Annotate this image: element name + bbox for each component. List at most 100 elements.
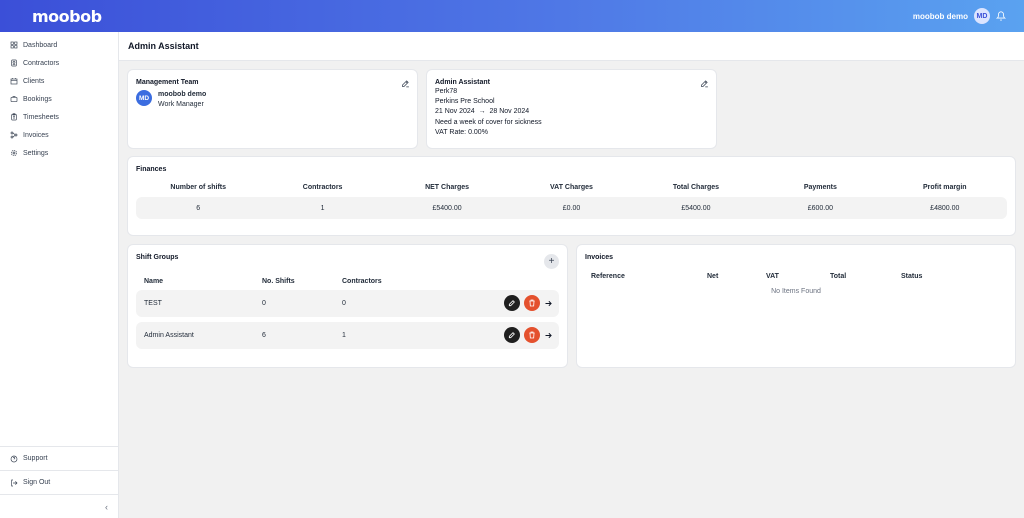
manager-name: moobob demo [158, 91, 207, 98]
assignment-card: Admin Assistant Perk78 Perkins Pre Schoo… [426, 69, 717, 149]
column-header: VAT [766, 273, 779, 280]
sidebar-item-bookings[interactable]: Bookings [0, 90, 118, 108]
user-avatar[interactable]: MD [974, 8, 990, 24]
column-header: Reference [591, 273, 625, 280]
finances-title: Finances [136, 166, 167, 173]
page-header: Admin Assistant [119, 32, 1024, 61]
grid-icon [10, 41, 18, 49]
app-logo[interactable]: moobob [32, 7, 102, 26]
finance-value: £5400.00 [681, 204, 711, 212]
pencil-icon[interactable] [401, 79, 410, 88]
sidebar-item-label: Timesheets [23, 113, 59, 121]
shift-group-contractors: 1 [342, 332, 346, 339]
chevron-left-icon: ‹ [105, 501, 108, 512]
vat-rate: VAT Rate: 0.00% [435, 128, 488, 136]
sidebar-item-contractors[interactable]: Contractors [0, 54, 118, 72]
invoices-title: Invoices [585, 254, 614, 261]
collapse-sidebar-button[interactable]: ‹ [0, 494, 118, 518]
start-date: 21 Nov 2024 [435, 108, 475, 116]
finance-header: Contractors [302, 184, 343, 191]
shift-groups-title: Shift Groups [136, 254, 179, 261]
shift-groups-card: Shift Groups + Name No. Shifts Contracto… [127, 244, 568, 368]
pencil-icon [508, 300, 515, 307]
finance-header: VAT Charges [550, 184, 593, 191]
finance-value: 6 [196, 204, 201, 212]
finance-header: Profit margin [923, 184, 967, 191]
flow-icon [10, 131, 18, 139]
signout-icon [11, 479, 18, 486]
sidebar-item-label: Support [23, 455, 48, 462]
sidebar-item-support[interactable]: Support [0, 446, 118, 470]
finance-value: £5400.00 [432, 204, 462, 212]
sidebar-item-label: Contractors [23, 59, 60, 67]
sidebar-item-sign-out[interactable]: Sign Out [0, 470, 118, 494]
gear-icon [11, 150, 17, 156]
finance-value: £600.00 [807, 204, 833, 212]
sidebar-item-label: Clients [23, 77, 45, 85]
finance-value: £0.00 [562, 204, 581, 212]
trash-icon [529, 299, 535, 307]
trash-icon [529, 331, 535, 339]
sidebar-item-invoices[interactable]: Invoices [0, 126, 118, 144]
sidebar-item-timesheets[interactable]: Timesheets [0, 108, 118, 126]
finance-header: NET Charges [425, 184, 470, 191]
user-name[interactable]: moobob demo [913, 12, 968, 21]
table-row[interactable]: Admin Assistant 6 1 [136, 322, 559, 349]
invoices-card: Invoices Reference Net VAT Total Status … [576, 244, 1016, 368]
sidebar-item-dashboard[interactable]: Dashboard [0, 36, 118, 54]
arrow-right-icon[interactable] [544, 331, 553, 340]
finance-header: Number of shifts [170, 184, 227, 191]
assignment-dates: 21 Nov 2024 → 28 Nov 2024 [435, 107, 708, 117]
assignment-title: Admin Assistant [435, 79, 490, 86]
shift-groups-header-row: Name No. Shifts Contractors [136, 278, 559, 285]
assignment-client: Perkins Pre School [435, 98, 495, 106]
manager-role: Work Manager [158, 101, 204, 108]
sidebar-item-clients[interactable]: Clients [0, 72, 118, 90]
table-row[interactable]: TEST 0 0 [136, 290, 559, 317]
sidebar-item-settings[interactable]: Settings [0, 144, 118, 162]
pencil-icon [508, 332, 515, 339]
delete-button[interactable] [524, 327, 540, 343]
assignment-description: Need a week of cover for sickness [435, 118, 542, 126]
management-team-title: Management Team [136, 79, 199, 86]
column-header: Net [707, 273, 719, 280]
sidebar-item-label: Sign Out [23, 479, 51, 486]
finances-card: Finances Number of shifts Contractors NE… [127, 156, 1016, 236]
arrow-right-icon[interactable] [544, 299, 553, 308]
column-header: Total [830, 273, 847, 280]
badge-icon [11, 59, 17, 67]
shift-group-shifts: 0 [262, 300, 266, 307]
sidebar: Dashboard Contractors Clients Bookings T… [0, 32, 119, 518]
manager-entry: MD moobob demo Work Manager [136, 90, 409, 110]
edit-button[interactable] [504, 295, 520, 311]
shift-group-name: TEST [144, 300, 162, 307]
delete-button[interactable] [524, 295, 540, 311]
management-team-card: Management Team MD moobob demo Work Mana… [127, 69, 418, 149]
add-shift-group-button[interactable]: + [544, 254, 559, 269]
user-menu[interactable]: moobob demo MD [913, 8, 1006, 24]
finance-header: Total Charges [672, 184, 719, 191]
finance-header: Payments [803, 184, 837, 191]
building-icon [10, 78, 18, 85]
empty-state: No Items Found [771, 288, 821, 295]
pencil-icon[interactable] [700, 79, 709, 88]
arrow-right-icon: → [478, 108, 486, 116]
sidebar-item-label: Invoices [23, 131, 49, 139]
finances-header-row: Number of shifts Contractors NET Charges… [136, 184, 1007, 191]
finance-value: £4800.00 [930, 204, 960, 212]
finance-value: 1 [320, 204, 325, 212]
page-title: Admin Assistant [128, 41, 199, 51]
sidebar-item-label: Dashboard [23, 41, 58, 49]
column-header: Name [144, 278, 164, 285]
column-header: No. Shifts [262, 278, 295, 285]
end-date: 28 Nov 2024 [489, 108, 530, 116]
assignment-code: Perk78 [435, 88, 458, 95]
invoices-header-row: Reference Net VAT Total Status [585, 273, 1007, 280]
manager-avatar: MD [136, 90, 152, 106]
edit-button[interactable] [504, 327, 520, 343]
help-icon [10, 455, 18, 462]
bell-icon[interactable] [996, 11, 1006, 21]
shift-group-name: Admin Assistant [144, 332, 194, 339]
sidebar-item-label: Settings [23, 149, 49, 157]
column-header: Status [901, 273, 923, 280]
